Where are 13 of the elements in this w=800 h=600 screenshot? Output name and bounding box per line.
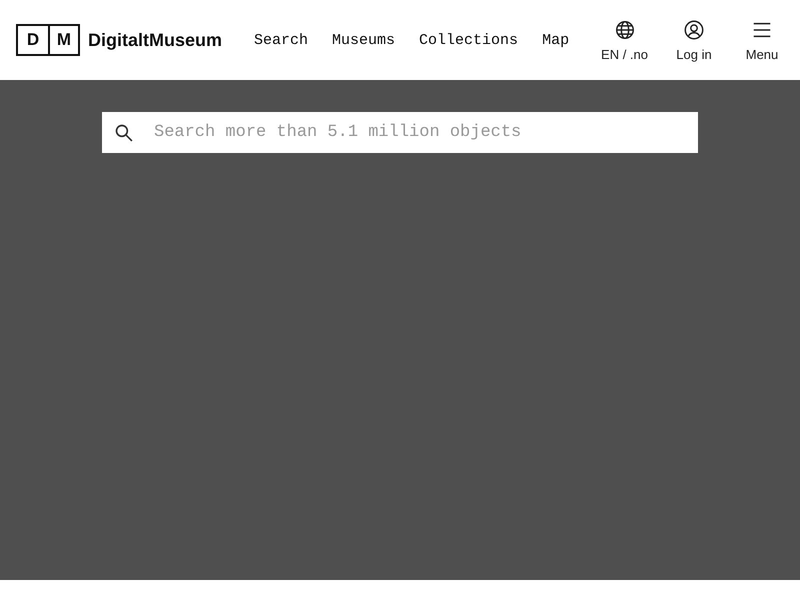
nav-link[interactable]: Collections bbox=[419, 32, 518, 48]
menu-button[interactable]: Menu bbox=[740, 18, 784, 62]
logo-mark[interactable]: D M bbox=[16, 24, 80, 56]
nav-link[interactable]: Search bbox=[254, 32, 308, 48]
language-button[interactable]: EN / .no bbox=[601, 18, 648, 62]
user-icon bbox=[683, 18, 705, 40]
search-bar[interactable]: Search more than 5.1 million objects bbox=[102, 112, 698, 153]
search-icon bbox=[114, 122, 134, 142]
nav-link[interactable]: Museums bbox=[332, 32, 396, 48]
site-name[interactable]: DigitaltMuseum bbox=[88, 30, 222, 50]
nav-link[interactable]: Map bbox=[542, 32, 570, 48]
login-button[interactable]: Log in bbox=[672, 18, 716, 62]
globe-icon bbox=[614, 18, 636, 40]
